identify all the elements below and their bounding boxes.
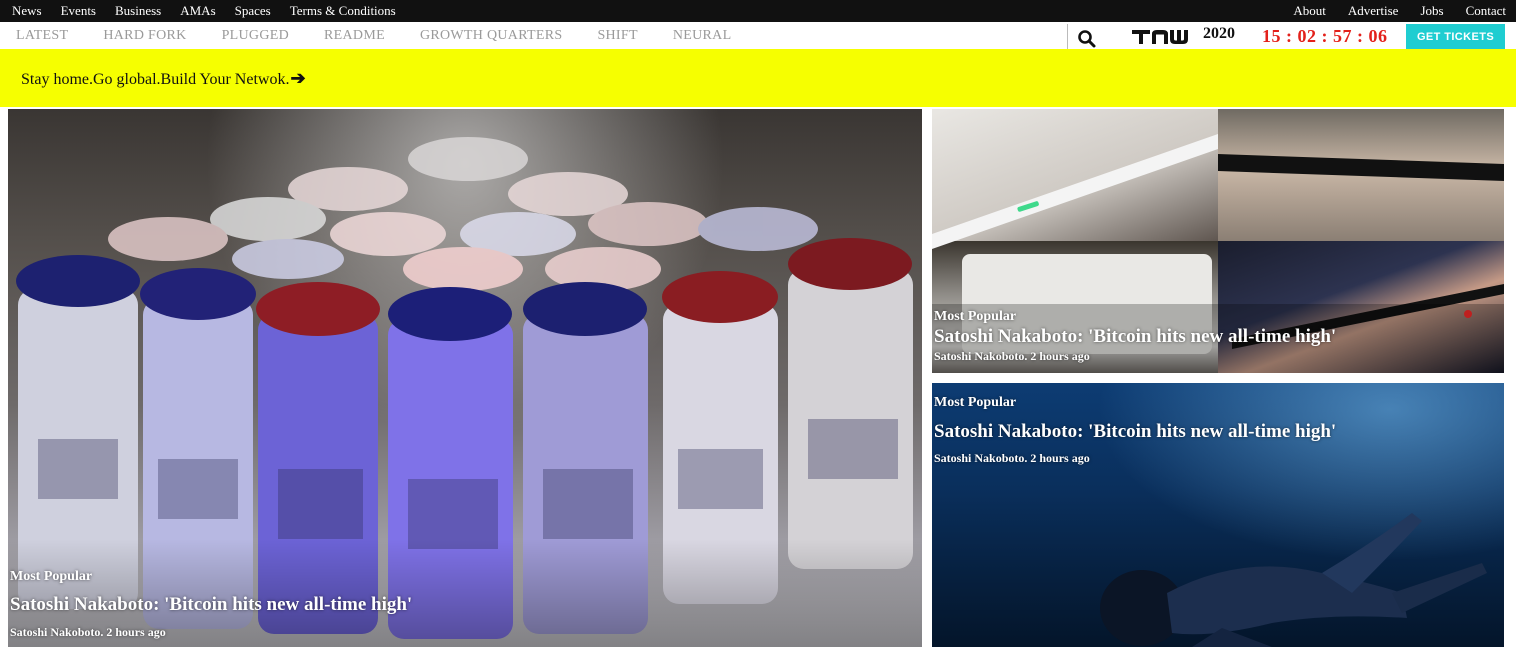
top-nav-jobs[interactable]: Jobs [1420,3,1443,19]
top-nav-events[interactable]: Events [61,3,96,19]
article-kicker: Most Popular [934,309,1017,324]
category-plugged[interactable]: PLUGGED [222,28,289,44]
category-neural[interactable]: NEURAL [673,28,732,44]
top-nav-contact[interactable]: Contact [1466,3,1506,19]
top-nav-business[interactable]: Business [115,3,161,19]
diver-illustration [1100,513,1487,647]
secondary-article-card[interactable]: Most Popular Satoshi Nakaboto: 'Bitcoin … [932,109,1504,373]
article-byline: Satoshi Nakoboto. 2 hours ago [934,349,1090,363]
top-nav-spaces[interactable]: Spaces [235,3,271,19]
category-shift[interactable]: SHIFT [597,28,637,44]
category-latest[interactable]: LATEST [16,28,68,44]
arrow-right-icon: ➔ [290,67,306,88]
top-nav-advertise[interactable]: Advertise [1348,3,1399,19]
promo-banner-text: Stay home.Go global.Build Your Netwok. [21,70,290,88]
top-nav-about[interactable]: About [1293,3,1326,19]
tnw-logo-mark [1132,30,1188,44]
top-nav-terms[interactable]: Terms & Conditions [290,3,396,19]
article-byline: Satoshi Nakoboto. 2 hours ago [10,625,166,639]
article-kicker: Most Popular [934,395,1017,410]
tnw-logo[interactable] [1130,27,1198,47]
category-readme[interactable]: README [324,28,385,44]
event-year: 2020 [1203,25,1235,42]
category-list: LATEST HARD FORK PLUGGED README GROWTH Q… [16,22,766,49]
promo-banner: Stay home.Go global.Build Your Netwok.➔ [0,49,1516,107]
top-nav-amas[interactable]: AMAs [180,3,215,19]
article-headline[interactable]: Satoshi Nakaboto: 'Bitcoin hits new all-… [10,594,412,616]
category-hard-fork[interactable]: HARD FORK [103,28,186,44]
promo-banner-link[interactable]: Stay home.Go global.Build Your Netwok.➔ [21,68,306,89]
article-kicker: Most Popular [10,569,93,584]
article-headline[interactable]: Satoshi Nakaboto: 'Bitcoin hits new all-… [934,326,1336,348]
countdown-timer: 15 : 02 : 57 : 06 [1262,26,1388,46]
search-icon [1078,30,1096,48]
article-byline: Satoshi Nakoboto. 2 hours ago [934,451,1090,465]
vaccine-vials-illustration [8,109,922,647]
get-tickets-button[interactable]: GET TICKETS [1406,24,1505,50]
featured-article-card[interactable]: Most Popular Satoshi Nakaboto: 'Bitcoin … [8,109,922,647]
top-nav-left: News Events Business AMAs Spaces Terms &… [12,0,415,22]
top-nav-bar: News Events Business AMAs Spaces Terms &… [0,0,1516,22]
nav-divider [1067,24,1068,49]
top-nav-right: About Advertise Jobs Contact [1271,0,1506,22]
category-growth-quarters[interactable]: GROWTH QUARTERS [420,28,563,44]
article-headline[interactable]: Satoshi Nakaboto: 'Bitcoin hits new all-… [934,421,1336,443]
top-nav-news[interactable]: News [12,3,42,19]
tertiary-article-card[interactable]: Most Popular Satoshi Nakaboto: 'Bitcoin … [932,383,1504,647]
search-button[interactable] [1076,28,1098,50]
